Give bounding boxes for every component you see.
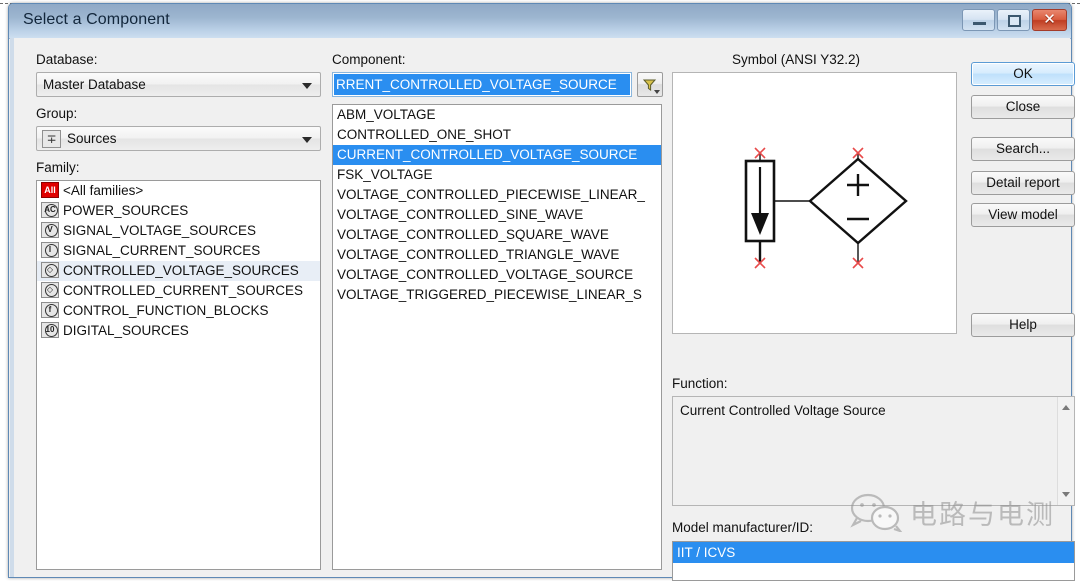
ok-button[interactable]: OK	[971, 62, 1075, 86]
close-dialog-button[interactable]: Close	[971, 95, 1075, 119]
digital-sources-icon: 10	[41, 322, 59, 338]
database-label: Database:	[36, 52, 98, 67]
control-function-blocks-icon: f	[41, 302, 59, 318]
sources-group-icon: ∓	[42, 130, 61, 148]
group-select[interactable]: ∓ Sources	[36, 126, 321, 151]
current-controlled-voltage-source-symbol	[744, 147, 908, 269]
caret-up-icon	[1062, 405, 1070, 410]
controlled-voltage-sources-icon: ◇	[41, 262, 59, 278]
database-value: Master Database	[43, 77, 146, 92]
icon-glyph: f	[48, 305, 52, 314]
component-list-item[interactable]: VOLTAGE_CONTROLLED_VOLTAGE_SOURCE	[333, 265, 661, 285]
icon-glyph: ◇	[46, 265, 54, 274]
component-search-input[interactable]: RRENT_CONTROLLED_VOLTAGE_SOURCE	[332, 72, 632, 97]
family-list-item-label: SIGNAL_VOLTAGE_SOURCES	[63, 223, 257, 238]
maximize-icon	[1008, 15, 1021, 27]
family-list-item[interactable]: V SIGNAL_VOLTAGE_SOURCES	[37, 221, 320, 241]
select-component-dialog: Select a Component ✕ Database: Master Da…	[8, 3, 1075, 581]
family-list-item[interactable]: All <All families>	[37, 181, 320, 201]
component-search-value: RRENT_CONTROLLED_VOLTAGE_SOURCE	[334, 74, 630, 95]
function-description: Current Controlled Voltage Source	[672, 396, 1075, 506]
icon-glyph: V	[47, 225, 53, 234]
component-list-item[interactable]: VOLTAGE_CONTROLLED_SQUARE_WAVE	[333, 225, 661, 245]
search-button[interactable]: Search...	[971, 137, 1075, 161]
caret-down-icon	[1062, 492, 1070, 497]
symbol-panel-title: Symbol (ANSI Y32.2)	[732, 52, 861, 67]
function-scrollbar[interactable]	[1057, 397, 1074, 505]
power-sources-icon: AC	[41, 202, 59, 218]
family-list-item[interactable]: AC POWER_SOURCES	[37, 201, 320, 221]
component-list-item[interactable]: VOLTAGE_TRIGGERED_PIECEWISE_LINEAR_S	[333, 285, 661, 305]
family-list-item-label: CONTROLLED_VOLTAGE_SOURCES	[63, 263, 299, 278]
model-manufacturer-label: Model manufacturer/ID:	[672, 520, 814, 535]
minimize-button[interactable]	[962, 9, 995, 31]
help-button[interactable]: Help	[971, 313, 1075, 337]
icon-glyph: 10	[45, 325, 55, 334]
chevron-down-icon	[654, 90, 660, 94]
family-list-item[interactable]: ◇ CONTROLLED_CURRENT_SOURCES	[37, 281, 320, 301]
component-list[interactable]: ABM_VOLTAGE CONTROLLED_ONE_SHOT CURRENT_CO…	[332, 104, 662, 570]
family-list-item-label: CONTROLLED_CURRENT_SOURCES	[63, 283, 304, 298]
all-families-icon: All	[41, 182, 59, 198]
filter-button[interactable]	[637, 72, 663, 97]
component-list-item[interactable]: ABM_VOLTAGE	[333, 105, 661, 125]
icon-glyph: All	[44, 185, 56, 195]
signal-voltage-sources-icon: V	[41, 222, 59, 238]
signal-current-sources-icon: I	[41, 242, 59, 258]
family-list[interactable]: All <All families> AC POWER_SOURCES V SIGNAL_…	[36, 180, 321, 570]
chevron-down-icon	[302, 83, 312, 89]
family-list-item-label: SIGNAL_CURRENT_SOURCES	[63, 243, 261, 258]
function-label: Function:	[672, 376, 728, 391]
family-list-item[interactable]: 10 DIGITAL_SOURCES	[37, 321, 320, 341]
component-list-item[interactable]: VOLTAGE_CONTROLLED_TRIANGLE_WAVE	[333, 245, 661, 265]
family-list-item[interactable]: f CONTROL_FUNCTION_BLOCKS	[37, 301, 320, 321]
family-list-item-label: DIGITAL_SOURCES	[63, 323, 189, 338]
family-list-item[interactable]: I SIGNAL_CURRENT_SOURCES	[37, 241, 320, 261]
detail-report-button[interactable]: Detail report	[971, 171, 1075, 195]
family-label: Family:	[36, 160, 80, 175]
component-list-item[interactable]: CURRENT_CONTROLLED_VOLTAGE_SOURCE	[333, 145, 661, 165]
controlled-current-sources-icon: ◇	[41, 282, 59, 298]
icon-glyph: ◇	[46, 285, 54, 294]
component-list-item[interactable]: CONTROLLED_ONE_SHOT	[333, 125, 661, 145]
icon-glyph: I	[48, 245, 52, 254]
component-list-item[interactable]: FSK_VOLTAGE	[333, 165, 661, 185]
component-label: Component:	[332, 52, 406, 67]
family-list-item[interactable]: ◇ CONTROLLED_VOLTAGE_SOURCES	[37, 261, 320, 281]
group-value: Sources	[67, 131, 117, 146]
database-select[interactable]: Master Database	[36, 72, 321, 97]
model-manufacturer-value[interactable]: IIT / ICVS	[673, 542, 1074, 563]
close-button[interactable]: ✕	[1032, 9, 1067, 31]
component-list-item[interactable]: VOLTAGE_CONTROLLED_SINE_WAVE	[333, 205, 661, 225]
group-label: Group:	[36, 106, 78, 121]
window-title: Select a Component	[23, 11, 170, 28]
view-model-button[interactable]: View model	[971, 203, 1075, 227]
chevron-down-icon	[302, 137, 312, 143]
dialog-body: Database: Master Database Group: ∓ Sourc…	[10, 38, 1075, 581]
model-manufacturer-list[interactable]: IIT / ICVS	[672, 541, 1075, 581]
scroll-down-button[interactable]	[1058, 486, 1075, 503]
close-icon: ✕	[1043, 11, 1056, 28]
scroll-up-button[interactable]	[1058, 399, 1075, 416]
icon-glyph: AC	[44, 205, 56, 214]
symbol-preview	[672, 72, 957, 334]
maximize-button[interactable]	[997, 9, 1030, 31]
component-list-item[interactable]: VOLTAGE_CONTROLLED_PIECEWISE_LINEAR_	[333, 185, 661, 205]
function-text: Current Controlled Voltage Source	[680, 403, 886, 418]
family-list-item-label: CONTROL_FUNCTION_BLOCKS	[63, 303, 269, 318]
minimize-icon	[973, 22, 986, 25]
family-list-item-label: POWER_SOURCES	[63, 203, 189, 218]
title-bar[interactable]: Select a Component ✕	[9, 4, 1071, 39]
family-list-item-label: <All families>	[63, 183, 144, 198]
